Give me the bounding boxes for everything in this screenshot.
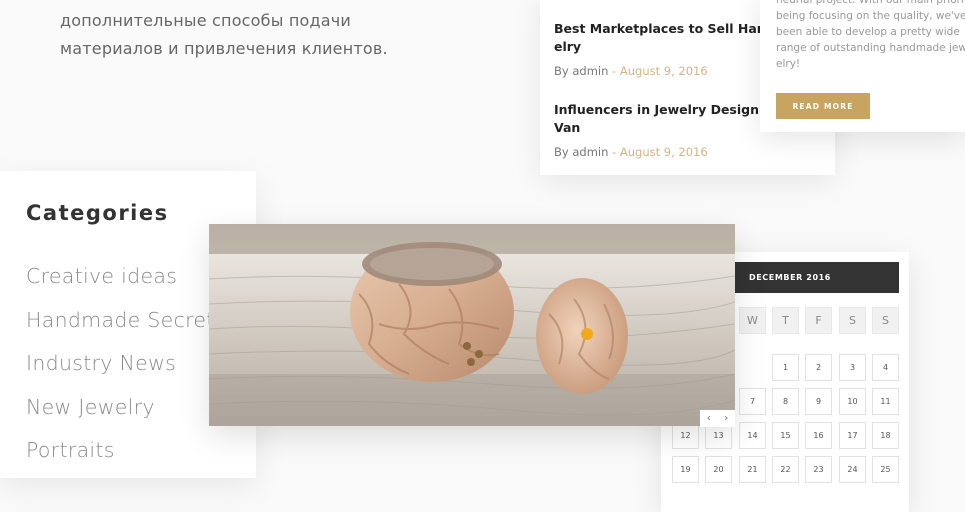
read-more-button[interactable]: READ MORE xyxy=(776,93,870,119)
about-line: neurial project. With our main priority xyxy=(776,0,965,6)
calendar-day[interactable]: 10 xyxy=(839,388,866,415)
calendar-day[interactable]: 20 xyxy=(705,456,732,483)
about-line: range of outstanding handmade jew- xyxy=(776,42,965,54)
post-meta: By admin - August 9, 2016 xyxy=(554,145,824,159)
slider-controls: ‹ › xyxy=(700,410,735,427)
about-line: elry! xyxy=(776,58,801,70)
post-separator: - xyxy=(608,145,620,159)
calendar-day[interactable]: 3 xyxy=(839,354,866,381)
jewelry-photo xyxy=(209,224,735,426)
calendar-day[interactable]: 11 xyxy=(872,388,899,415)
slider-next-button[interactable]: › xyxy=(718,410,736,427)
calendar-day[interactable]: 9 xyxy=(805,388,832,415)
calendar-day[interactable]: 4 xyxy=(872,354,899,381)
featured-image xyxy=(209,224,735,426)
calendar-weekday: T xyxy=(772,307,799,334)
post-author[interactable]: By admin xyxy=(554,145,608,159)
calendar-day[interactable]: 1 xyxy=(772,354,799,381)
calendar-month-header: DECEMBER 2016 xyxy=(735,262,899,293)
about-widget: neurial project. With our main priority … xyxy=(760,0,965,132)
calendar-day[interactable]: 24 xyxy=(839,456,866,483)
calendar-weekday: F xyxy=(805,307,832,334)
category-link-industry-news[interactable]: Industry News xyxy=(26,342,226,386)
category-link-handmade-secrets[interactable]: Handmade Secrets xyxy=(26,299,226,343)
calendar-day[interactable]: 7 xyxy=(739,388,766,415)
calendar-day[interactable]: 8 xyxy=(772,388,799,415)
categories-title: Categories xyxy=(26,201,169,225)
category-link-new-jewelry[interactable]: New Jewelry xyxy=(26,386,226,430)
calendar-day[interactable]: 19 xyxy=(672,456,699,483)
calendar-day[interactable]: 16 xyxy=(805,422,832,449)
about-line: been able to develop a pretty wide xyxy=(776,26,960,38)
category-link-portraits[interactable]: Portraits xyxy=(26,429,226,473)
calendar-day[interactable]: 12 xyxy=(672,422,699,449)
calendar-day[interactable]: 21 xyxy=(739,456,766,483)
calendar-weekday: W xyxy=(739,307,766,334)
post-date[interactable]: August 9, 2016 xyxy=(620,64,708,78)
calendar-day[interactable]: 23 xyxy=(805,456,832,483)
post-date[interactable]: August 9, 2016 xyxy=(620,145,708,159)
calendar-day[interactable]: 17 xyxy=(839,422,866,449)
post-separator: - xyxy=(608,64,620,78)
slider-prev-button[interactable]: ‹ xyxy=(700,410,718,427)
categories-list: Creative ideas Handmade Secrets Industry… xyxy=(26,255,226,473)
calendar-weekday: S xyxy=(872,307,899,334)
about-line: being focusing on the quality, we've xyxy=(776,10,965,22)
calendar-day[interactable]: 2 xyxy=(805,354,832,381)
calendar-weekday: S xyxy=(839,307,866,334)
intro-line: дополнительные способы подачи xyxy=(60,11,352,30)
calendar-day[interactable]: 22 xyxy=(772,456,799,483)
calendar-day[interactable]: 25 xyxy=(872,456,899,483)
calendar-day[interactable]: 15 xyxy=(772,422,799,449)
post-author[interactable]: By admin xyxy=(554,64,608,78)
calendar-day[interactable]: 14 xyxy=(739,422,766,449)
calendar-day[interactable]: 18 xyxy=(872,422,899,449)
intro-line: материалов и привлечения клиентов. xyxy=(60,39,388,58)
category-link-creative-ideas[interactable]: Creative ideas xyxy=(26,255,226,299)
